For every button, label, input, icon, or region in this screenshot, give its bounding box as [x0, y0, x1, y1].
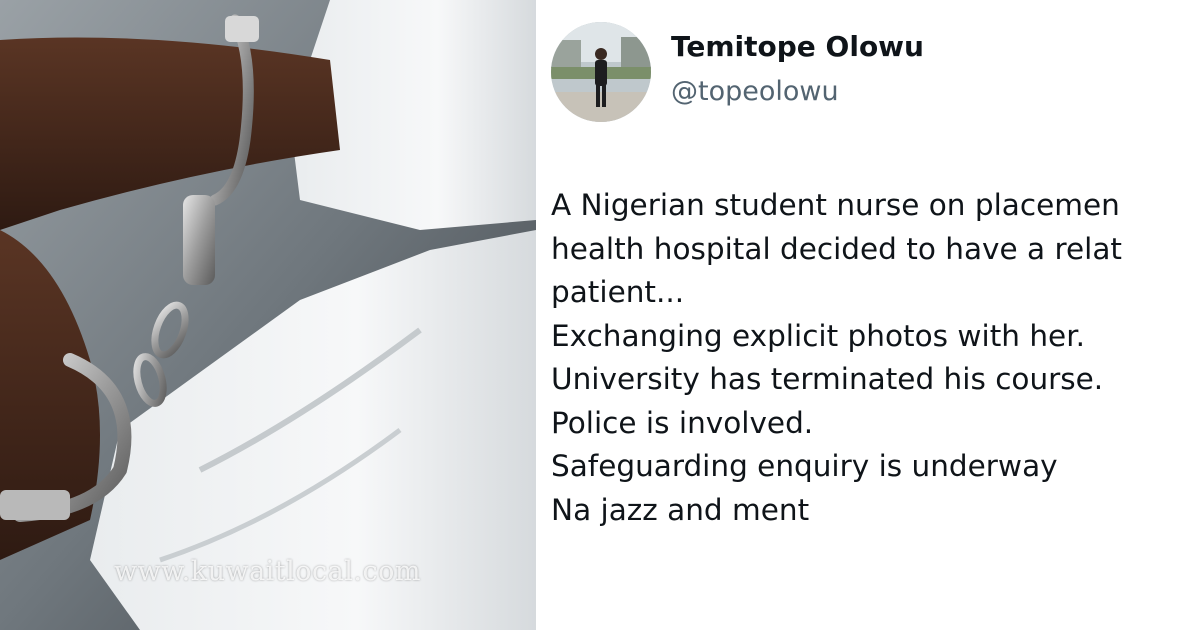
author-name[interactable]: Temitope Olowu: [671, 30, 924, 63]
tweet-text: A Nigerian student nurse on placemen hea…: [551, 184, 1200, 532]
watermark-text: www.kuwaitlocal.com: [114, 556, 421, 587]
tweet-line: University has terminated his course.: [551, 362, 1104, 396]
tweet-card: Temitope Olowu @topeolowu A Nigerian stu…: [536, 0, 1200, 630]
tweet-line: Police is involved.: [551, 405, 814, 440]
tweet-line: patient...: [551, 275, 685, 309]
image-canvas: www.kuwaitlocal.com Temitope Olowu @tope…: [0, 0, 1200, 630]
author-handle[interactable]: @topeolowu: [671, 76, 839, 107]
author-avatar[interactable]: [551, 22, 651, 122]
tweet-line: health hospital decided to have a relat: [551, 231, 1122, 266]
tweet-line: Safeguarding enquiry is underway: [551, 449, 1058, 483]
tweet-line: Exchanging explicit photos with her.: [551, 318, 1085, 353]
handcuffs-photo: www.kuwaitlocal.com: [0, 0, 536, 630]
tweet-line: Na jazz and ment: [551, 492, 810, 527]
avatar-photo-icon: [551, 22, 651, 122]
tweet-line: A Nigerian student nurse on placemen: [551, 188, 1120, 222]
handcuffs-illustration: [0, 0, 536, 630]
